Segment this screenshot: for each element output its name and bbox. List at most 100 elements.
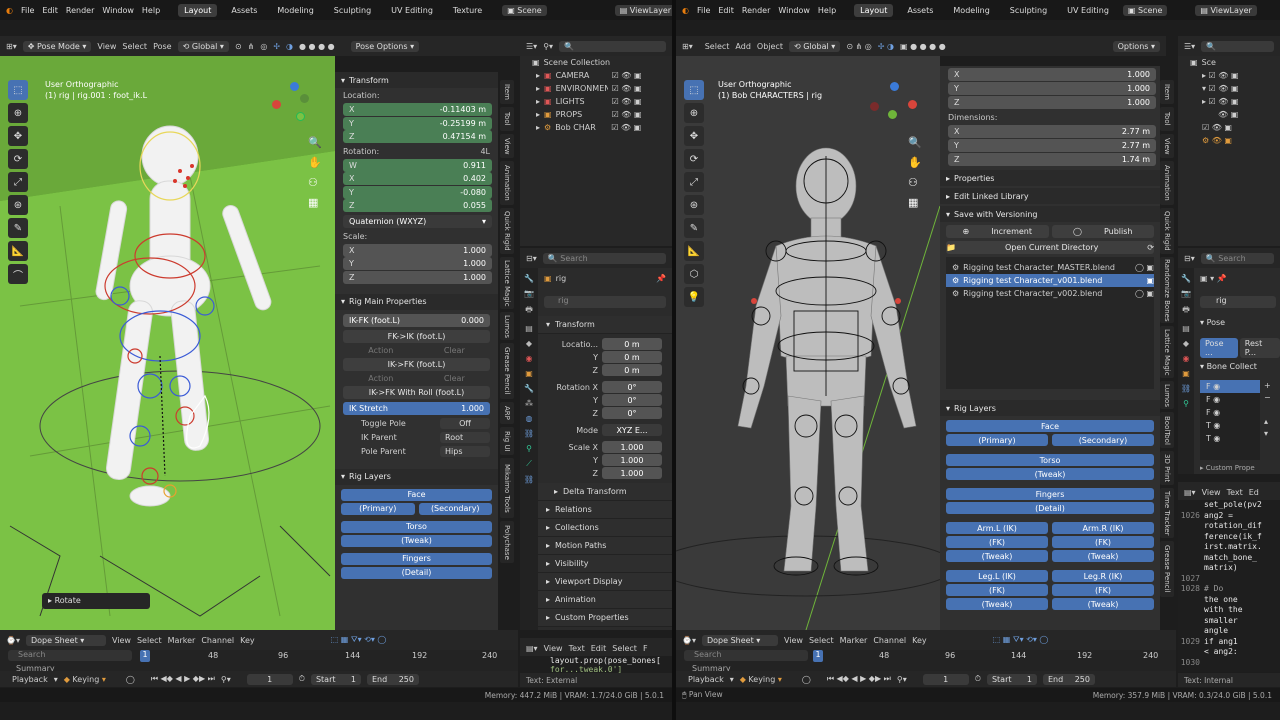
increment-button[interactable]: ⊕ Increment: [946, 225, 1049, 238]
layer-torso-button[interactable]: Torso: [341, 520, 492, 533]
data-tab-icon[interactable]: ⚲: [1183, 399, 1189, 408]
editor-type-icon[interactable]: ⊟▾: [526, 254, 537, 263]
object-name-field[interactable]: rig: [1200, 296, 1276, 308]
ik-stretch-slider[interactable]: IK Stretch 1.000: [343, 401, 490, 415]
zoom-icon[interactable]: 🔍: [308, 136, 322, 149]
properties-panel-header[interactable]: ▸ Properties: [940, 170, 1160, 186]
object-tab-icon[interactable]: ▣: [525, 369, 533, 378]
tab-tool[interactable]: Tool: [500, 107, 514, 131]
tab-rig-ui[interactable]: Rig UI: [500, 427, 514, 455]
scale-tool-icon[interactable]: ⤢: [8, 172, 28, 192]
tab-lumos[interactable]: Lumos: [1160, 381, 1174, 409]
menu-help[interactable]: Help: [142, 6, 160, 15]
object-name-row[interactable]: ▣ rig 📌: [544, 274, 666, 283]
edit-linked-library-header[interactable]: ▸ Edit Linked Library: [940, 188, 1160, 204]
layer-arm-l-tweak-button[interactable]: (Tweak): [946, 550, 1048, 562]
filter-icons[interactable]: ⬚ ▦ ⛛▾ ⟲▾ ◯: [331, 635, 387, 645]
scene-selector[interactable]: ▣ Scene: [502, 4, 547, 16]
tab-lattice-magic[interactable]: Lattice Magic: [1160, 326, 1174, 378]
publish-button[interactable]: ◯ Publish: [1051, 225, 1154, 238]
bone-collection-controls[interactable]: + − ▴ ▾: [1264, 380, 1271, 440]
view-layer-tab-icon[interactable]: ▤: [525, 324, 533, 333]
layer-fingers-detail-button[interactable]: (Detail): [946, 502, 1154, 514]
scale-x-field[interactable]: X 1.000: [948, 68, 1156, 81]
dimension-y-field[interactable]: Y 2.77 m: [948, 139, 1156, 152]
motion-paths-section[interactable]: ▸ Motion Paths: [538, 537, 672, 555]
rotation-mode-dropdown[interactable]: Quaternion (WXYZ) ▾: [343, 215, 492, 228]
rig-layers-header[interactable]: ▾ Rig Layers: [335, 468, 498, 485]
editor-type-icon[interactable]: ▤▾: [1184, 488, 1196, 497]
layer-arm-l-ik-button[interactable]: Arm.L (IK): [946, 522, 1048, 534]
menu-select[interactable]: Select: [122, 42, 147, 51]
loc-y-field[interactable]: 0 m: [602, 351, 662, 363]
tab-animation[interactable]: Animation: [500, 161, 514, 205]
rotation-lock-tag[interactable]: 4L: [480, 147, 490, 156]
scene-tab-icon[interactable]: ◆: [526, 339, 532, 348]
clear-label[interactable]: Clear: [444, 374, 465, 383]
layer-leg-l-ik-button[interactable]: Leg.L (IK): [946, 570, 1048, 582]
tab-quick-rigid[interactable]: Quick Rigid: [500, 208, 514, 254]
menu-text[interactable]: Text: [1227, 488, 1243, 497]
menu-key[interactable]: Key: [240, 636, 255, 645]
cursor-tool-icon[interactable]: ⊕: [8, 103, 28, 123]
viewport-left[interactable]: ⬚ ⊕ ✥ ⟳ ⤢ ⊛ ✎ 📐 ⌒ User Orthographic (1) …: [0, 56, 335, 630]
rotate-tool-icon[interactable]: ⟳: [684, 149, 704, 169]
end-frame-field[interactable]: End 250: [1042, 673, 1095, 685]
dimension-z-field[interactable]: Z 1.74 m: [948, 153, 1156, 166]
object-name-field[interactable]: rig: [544, 296, 666, 308]
camera-view-icon[interactable]: ⚇: [908, 176, 918, 189]
object-tab-icon[interactable]: ▣: [1182, 369, 1190, 378]
mode-dropdown[interactable]: ✥ Pose Mode ▾: [22, 40, 92, 52]
scale-y-field[interactable]: 1.000: [602, 454, 662, 466]
keyframe-icons[interactable]: ⚲▾: [897, 675, 907, 684]
properties-search[interactable]: 🔍 Search: [1200, 252, 1274, 264]
layer-leg-l-tweak-button[interactable]: (Tweak): [946, 598, 1048, 610]
blender-logo-icon[interactable]: ◐: [6, 6, 13, 15]
playhead[interactable]: 1: [140, 650, 150, 662]
tab-view[interactable]: View: [1160, 134, 1174, 158]
file-actions[interactable]: ◯ ▣: [1135, 289, 1154, 298]
location-y-field[interactable]: Y -0.25199 m: [343, 116, 492, 130]
light-tool-icon[interactable]: 💡: [684, 287, 704, 307]
render-tab-icon[interactable]: 📷: [524, 289, 534, 298]
navigation-gizmo[interactable]: [270, 82, 320, 132]
outliner-search[interactable]: 🔍: [1201, 40, 1274, 52]
menu-view[interactable]: View: [97, 42, 116, 51]
viewport-display-section[interactable]: ▸ Viewport Display: [538, 573, 672, 591]
pole-parent-dropdown[interactable]: Hips: [440, 445, 490, 457]
layer-arm-r-tweak-button[interactable]: (Tweak): [1052, 550, 1154, 562]
workspace-layout[interactable]: Layout: [178, 3, 218, 17]
save-versioning-header[interactable]: ▾ Save with Versioning: [940, 206, 1160, 222]
file-actions[interactable]: ▣: [1146, 276, 1154, 285]
menu-view[interactable]: View: [1202, 488, 1221, 497]
rig-layers-header-right[interactable]: ▾ Rig Layers: [940, 400, 1160, 416]
layer-leg-r-fk-button[interactable]: (FK): [1052, 584, 1154, 596]
tab-quick-rigid[interactable]: Quick Rigid: [1160, 208, 1174, 254]
action-label[interactable]: Action: [368, 346, 393, 355]
menu-file[interactable]: File: [697, 6, 710, 15]
ik-parent-dropdown[interactable]: Root: [440, 431, 490, 443]
workspace-uv-editing[interactable]: UV Editing: [1061, 4, 1115, 17]
ik-to-fk-button[interactable]: IK->FK (foot.L): [343, 357, 490, 371]
menu-pose[interactable]: Pose: [153, 42, 172, 51]
menu-file[interactable]: File: [21, 6, 34, 15]
rotation-y-field[interactable]: Y -0.080: [343, 185, 492, 199]
rotation-mode-dropdown[interactable]: XYZ E...: [602, 424, 662, 436]
axis-x-icon[interactable]: [908, 100, 917, 109]
layer-arm-r-fk-button[interactable]: (FK): [1052, 536, 1154, 548]
menu-key[interactable]: Key: [912, 636, 927, 645]
editor-type-icon[interactable]: ☰▾: [1184, 42, 1195, 51]
visibility-icons[interactable]: ☑ 👁 ▣: [612, 71, 642, 80]
relations-section[interactable]: ▸ Relations: [538, 501, 672, 519]
pan-icon[interactable]: ✋: [308, 156, 322, 169]
viewlayer-selector[interactable]: ▤ ViewLayer: [614, 4, 672, 16]
pose-position-button[interactable]: Pose ...: [1200, 338, 1238, 358]
constraints-tab-icon[interactable]: ⛓: [524, 429, 534, 438]
outliner-row[interactable]: ▸ ☑ 👁 ▣: [1178, 69, 1280, 82]
layer-leg-l-fk-button[interactable]: (FK): [946, 584, 1048, 596]
menu-channel[interactable]: Channel: [201, 636, 234, 645]
proportional-icon[interactable]: ◎: [260, 42, 267, 51]
menu-edit[interactable]: Edit: [591, 644, 607, 653]
rig-main-properties-header[interactable]: ▾ Rig Main Properties: [335, 293, 498, 310]
tab-view[interactable]: View: [500, 134, 514, 158]
